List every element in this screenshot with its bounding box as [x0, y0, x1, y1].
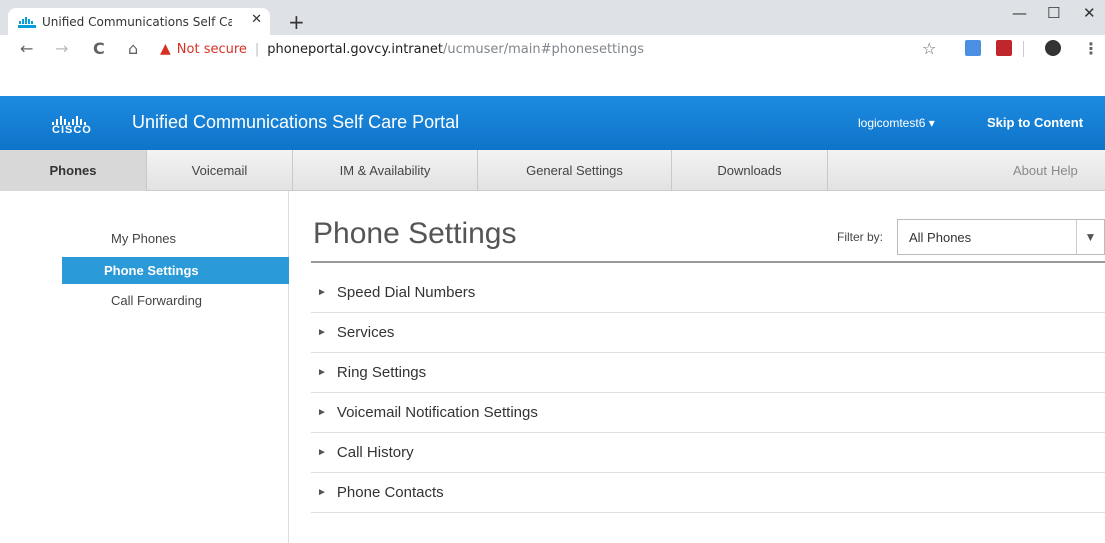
warning-icon: ▲: [160, 41, 171, 57]
section-label: Services: [336, 324, 395, 341]
expand-arrow-icon: ►: [317, 327, 327, 338]
sidebar-item-phone-settings[interactable]: Phone Settings: [62, 257, 289, 284]
dropdown-caret-icon[interactable]: ▼: [1076, 220, 1104, 254]
expand-arrow-icon: ►: [317, 287, 327, 298]
tab-voicemail[interactable]: Voicemail: [147, 150, 293, 191]
tab-phones[interactable]: Phones: [0, 150, 147, 191]
tab-general-settings[interactable]: General Settings: [478, 150, 672, 191]
home-icon[interactable]: ⌂: [128, 39, 138, 58]
profile-avatar-icon[interactable]: [1045, 40, 1061, 56]
section-label: Voicemail Notification Settings: [336, 404, 538, 421]
browser-toolbar: ← → C ⌂ ▲ Not secure | phoneportal.govcy…: [0, 35, 1105, 63]
lastpass-extension-icon[interactable]: [996, 40, 1012, 56]
title-divider: [311, 261, 1105, 263]
address-bar[interactable]: ▲ Not secure | phoneportal.govcy.intrane…: [160, 37, 960, 61]
cisco-wordmark: CISCO: [52, 124, 92, 136]
bookmark-star-icon[interactable]: ☆: [922, 39, 936, 58]
tab-downloads[interactable]: Downloads: [672, 150, 828, 191]
help-link[interactable]: Help: [1051, 163, 1078, 178]
translate-extension-icon[interactable]: [965, 40, 981, 56]
section-label: Ring Settings: [336, 364, 427, 381]
sidebar-item-my-phones[interactable]: My Phones: [62, 225, 289, 252]
expand-arrow-icon: ►: [317, 407, 327, 418]
url-host: phoneportal.govcy.intranet: [267, 41, 443, 57]
url-path: /ucmuser/main#phonesettings: [442, 41, 645, 57]
section-voicemail-notification-settings[interactable]: ► Voicemail Notification Settings: [311, 393, 1105, 433]
app-header: CISCO Unified Communications Self Care P…: [0, 96, 1105, 150]
section-label: Phone Contacts: [336, 484, 444, 501]
tab-close-icon[interactable]: ✕: [251, 12, 262, 27]
section-label: Call History: [336, 444, 414, 461]
window-close-icon[interactable]: ✕: [1083, 4, 1096, 22]
sidebar-item-call-forwarding[interactable]: Call Forwarding: [62, 287, 289, 314]
tab-title: Unified Communications Self Car: [42, 14, 232, 29]
skip-to-content-link[interactable]: Skip to Content: [987, 115, 1083, 130]
cisco-logo: CISCO: [50, 109, 92, 139]
expand-arrow-icon: ►: [317, 367, 327, 378]
section-label: Speed Dial Numbers: [336, 284, 476, 301]
new-tab-icon[interactable]: +: [288, 10, 305, 34]
sidebar: My Phones Phone Settings Call Forwarding: [0, 191, 289, 543]
expand-arrow-icon: ►: [317, 447, 327, 458]
page-title: Phone Settings: [313, 217, 517, 250]
about-link[interactable]: About: [1013, 163, 1047, 178]
section-speed-dial-numbers[interactable]: ► Speed Dial Numbers: [311, 273, 1105, 313]
browser-tab[interactable]: Unified Communications Self Car ✕: [8, 8, 270, 35]
main-nav: Phones Voicemail IM & Availability Gener…: [0, 150, 1105, 191]
cisco-favicon-icon: [18, 16, 36, 28]
forward-icon[interactable]: →: [55, 39, 68, 58]
minimize-icon[interactable]: —: [1012, 4, 1027, 22]
section-phone-contacts[interactable]: ► Phone Contacts: [311, 473, 1105, 513]
back-icon[interactable]: ←: [20, 39, 33, 58]
tab-im-availability[interactable]: IM & Availability: [293, 150, 478, 191]
url-separator: |: [254, 41, 260, 57]
section-ring-settings[interactable]: ► Ring Settings: [311, 353, 1105, 393]
phone-filter-select[interactable]: All Phones ▼: [897, 219, 1105, 255]
reload-icon[interactable]: C: [93, 39, 105, 58]
toolbar-divider: [1023, 41, 1024, 57]
filter-label: Filter by:: [837, 230, 884, 244]
user-menu[interactable]: logicomtest6 ▾: [858, 116, 935, 130]
browser-menu-icon[interactable]: ⋮: [1083, 39, 1099, 58]
section-call-history[interactable]: ► Call History: [311, 433, 1105, 473]
not-secure-label[interactable]: Not secure: [177, 42, 247, 57]
maximize-icon[interactable]: ☐: [1047, 4, 1060, 22]
section-services[interactable]: ► Services: [311, 313, 1105, 353]
filter-value: All Phones: [909, 229, 972, 245]
app-title: Unified Communications Self Care Portal: [132, 112, 460, 132]
expand-arrow-icon: ►: [317, 487, 327, 498]
